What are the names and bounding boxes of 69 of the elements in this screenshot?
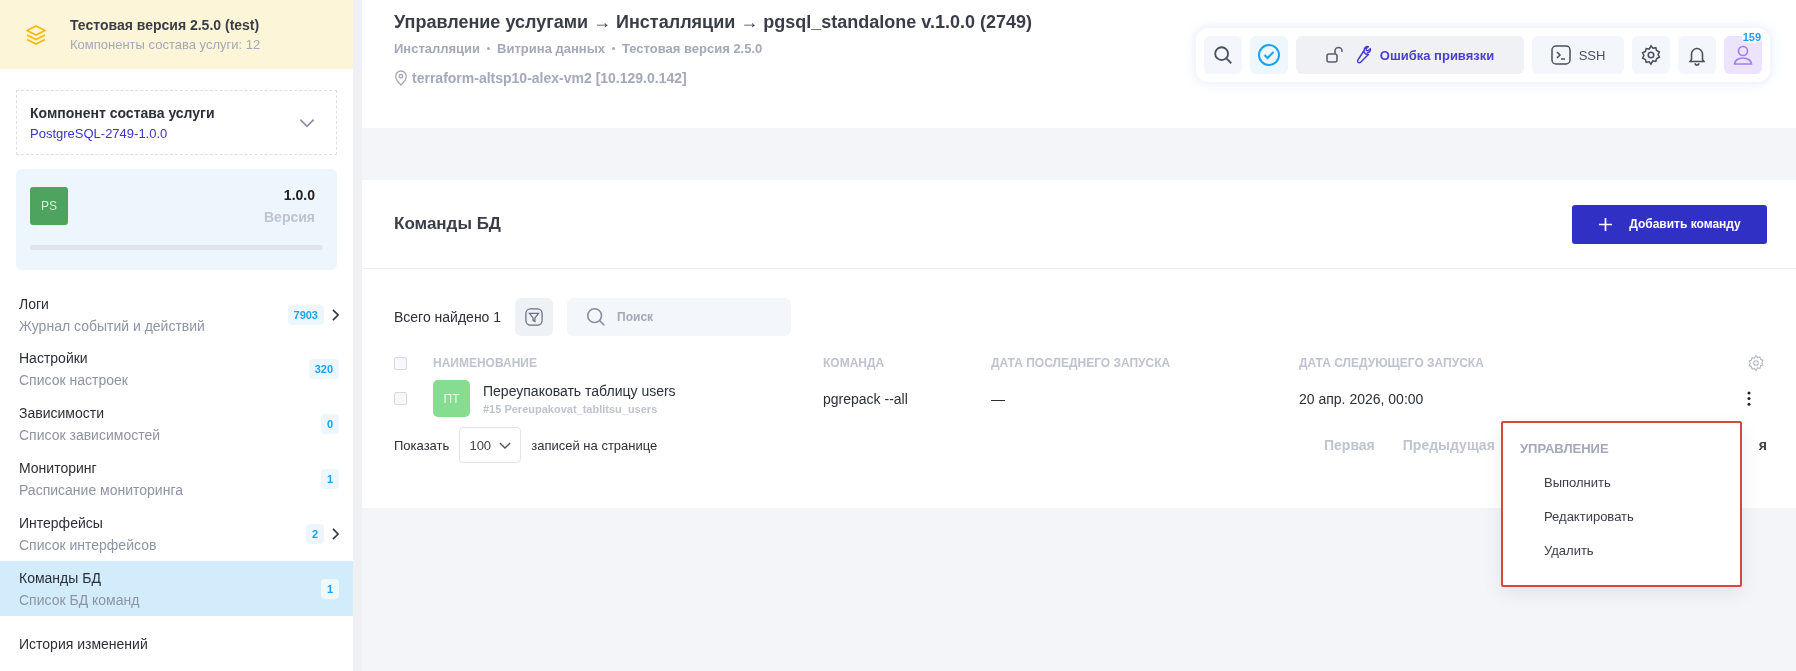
menu-heading: УПРАВЛЕНИЕ <box>1520 441 1610 456</box>
user-icon <box>1731 43 1755 67</box>
row-checkbox[interactable] <box>394 392 407 405</box>
table-cell-text: pgrepack --all <box>823 390 909 407</box>
add-command-button[interactable]: Добавить команду <box>1572 204 1767 244</box>
notification-count: 159 <box>1741 31 1762 43</box>
select-all-checkbox[interactable] <box>394 356 407 370</box>
column-header: ДАТА ПОСЛЕДНЕГО ЗАПУСКА <box>991 356 1172 370</box>
version-subtitle: Компоненты состава услуги: 12 <box>70 37 261 53</box>
search-field[interactable]: Поиск <box>567 298 792 336</box>
search-button[interactable] <box>1204 36 1242 74</box>
command-name: Переупаковать таблицу users <box>483 382 676 399</box>
total-count: Всего найдено 1 <box>394 309 502 325</box>
version-number: 1.0.0 <box>283 187 315 204</box>
sidebar-item[interactable]: Настройки Список настроек 320 <box>0 342 353 397</box>
settings-icon <box>1640 44 1662 66</box>
menu-item[interactable]: Выполнить <box>1520 475 1740 490</box>
component-select[interactable]: Компонент состава услуги PostgreSQL-2749-1.0.0 <box>16 90 337 156</box>
host-address: terraform-altsp10-alex-vm2 [10.129.0.142] <box>412 70 687 86</box>
component-avatar: PS <box>30 187 68 226</box>
sidebar-item[interactable]: История изменений <box>0 616 353 671</box>
filter-icon <box>525 308 544 326</box>
page-title: Управление услугами → Инсталляции → pgsql_standalone v.1.0.0 (2749) <box>394 12 1033 33</box>
component-value: PostgreSQL-2749-1.0.0 <box>30 125 169 141</box>
ssh-button[interactable]: SSH <box>1532 36 1624 74</box>
command-slug: #15 Pereupakovat_tablitsu_users <box>483 402 659 415</box>
settings-button[interactable] <box>1632 36 1670 74</box>
page-size-suffix: записей на странице <box>531 437 658 453</box>
search-icon <box>1212 44 1234 66</box>
page-size-label: Показать <box>394 437 450 453</box>
notifications-button[interactable] <box>1678 36 1716 74</box>
chevron-down-icon <box>298 117 316 128</box>
terminal-icon <box>1550 45 1571 65</box>
count-badge: 1 <box>320 469 339 490</box>
plus-icon <box>1598 216 1614 232</box>
filter-button[interactable] <box>515 298 554 336</box>
column-header: ДАТА СЛЕДУЮЩЕГО ЗАПУСКА <box>1299 356 1485 370</box>
menu-item[interactable]: Удалить <box>1520 543 1740 558</box>
sidebar-item[interactable]: Команды БД Список БД команд 1 <box>0 561 353 617</box>
menu-item[interactable]: Редактировать <box>1520 509 1740 524</box>
page-size-select[interactable]: 100 <box>459 427 522 463</box>
column-header: НАИМЕНОВАНИЕ <box>433 356 538 370</box>
status-check-button[interactable] <box>1250 36 1288 74</box>
count-badge: 2 <box>305 523 324 544</box>
component-label: Компонент состава услуги <box>30 104 215 121</box>
table-cell-text: — <box>991 390 1006 407</box>
search-icon <box>585 306 608 328</box>
version-title: Тестовая версия 2.5.0 (test) <box>70 17 261 34</box>
sidebar-item[interactable]: Мониторинг Расписание мониторинга 1 <box>0 451 353 507</box>
sidebar-item[interactable]: Интерфейсы Список интерфейсов 2 <box>0 506 353 562</box>
count-badge: 7903 <box>287 304 324 325</box>
count-badge: 1 <box>320 578 339 599</box>
more-vertical-icon[interactable] <box>1747 391 1751 406</box>
count-badge: 320 <box>308 359 339 380</box>
chevron-down-icon <box>499 441 512 449</box>
column-settings-icon[interactable] <box>1747 354 1765 372</box>
count-badge: 0 <box>320 414 339 435</box>
padlock-icon <box>1325 46 1344 64</box>
binding-error-button[interactable]: Ошибка привязки <box>1296 36 1524 74</box>
column-header: КОМАНДА <box>823 356 886 370</box>
check-circle-icon <box>1257 43 1281 67</box>
sidebar-item[interactable]: Зависимости Список зависимостей 0 <box>0 396 353 452</box>
pagination-link[interactable]: я <box>1758 437 1767 453</box>
layers-icon <box>24 22 48 47</box>
table-cell-text: 20 апр. 2026, 00:00 <box>1299 390 1425 407</box>
card-title: Команды БД <box>394 214 501 234</box>
command-avatar: ПТ <box>433 380 470 417</box>
sidebar-item[interactable]: Логи Журнал событий и действий 7903 <box>0 287 353 342</box>
location-pin-icon <box>394 70 408 86</box>
